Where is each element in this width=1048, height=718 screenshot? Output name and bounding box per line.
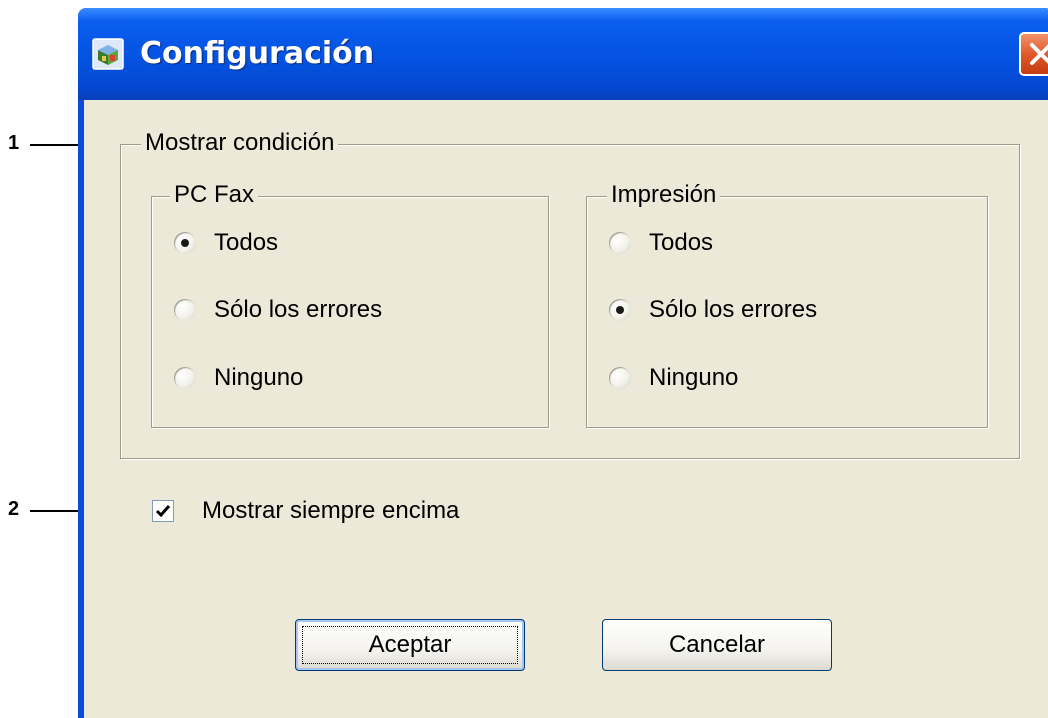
printing-option-todos[interactable]: Todos xyxy=(609,229,713,257)
option-label: Todos xyxy=(214,229,279,256)
radio-button[interactable] xyxy=(174,232,196,254)
title-bar[interactable]: Configuración xyxy=(78,8,1048,100)
printer-status-icon xyxy=(92,38,124,70)
printing-option-solo-errores[interactable]: Sólo los errores xyxy=(609,296,817,324)
close-button[interactable] xyxy=(1019,32,1048,76)
pc-fax-option-solo-errores[interactable]: Sólo los errores xyxy=(174,296,382,324)
radio-button[interactable] xyxy=(609,367,631,389)
cancel-button[interactable]: Cancelar xyxy=(602,619,832,671)
radio-button[interactable] xyxy=(609,299,631,321)
option-label: Ninguno xyxy=(214,364,304,391)
always-on-top-checkbox[interactable] xyxy=(152,500,174,522)
display-condition-label: Mostrar condición xyxy=(141,129,339,157)
callout-1-number: 1 xyxy=(8,132,20,154)
window-title: Configuración xyxy=(140,36,375,71)
pc-fax-option-ninguno[interactable]: Ninguno xyxy=(174,364,303,392)
radio-button[interactable] xyxy=(174,367,196,389)
callout-2-number: 2 xyxy=(8,498,20,520)
option-label: Sólo los errores xyxy=(214,296,383,323)
printing-option-ninguno[interactable]: Ninguno xyxy=(609,364,738,392)
accept-button[interactable]: Aceptar xyxy=(295,619,525,671)
cancel-button-label: Cancelar xyxy=(668,631,766,658)
pc-fax-option-todos[interactable]: Todos xyxy=(174,229,278,257)
option-label: Ninguno xyxy=(649,364,739,391)
option-label: Todos xyxy=(649,229,714,256)
radio-button[interactable] xyxy=(609,232,631,254)
always-on-top-label: Mostrar siempre encima xyxy=(202,497,460,524)
radio-button[interactable] xyxy=(174,299,196,321)
option-label: Sólo los errores xyxy=(649,296,818,323)
focus-rectangle xyxy=(302,626,518,664)
printing-label: Impresión xyxy=(607,181,721,209)
pc-fax-label: PC Fax xyxy=(170,181,259,209)
always-on-top-option[interactable]: Mostrar siempre encima xyxy=(152,497,459,525)
